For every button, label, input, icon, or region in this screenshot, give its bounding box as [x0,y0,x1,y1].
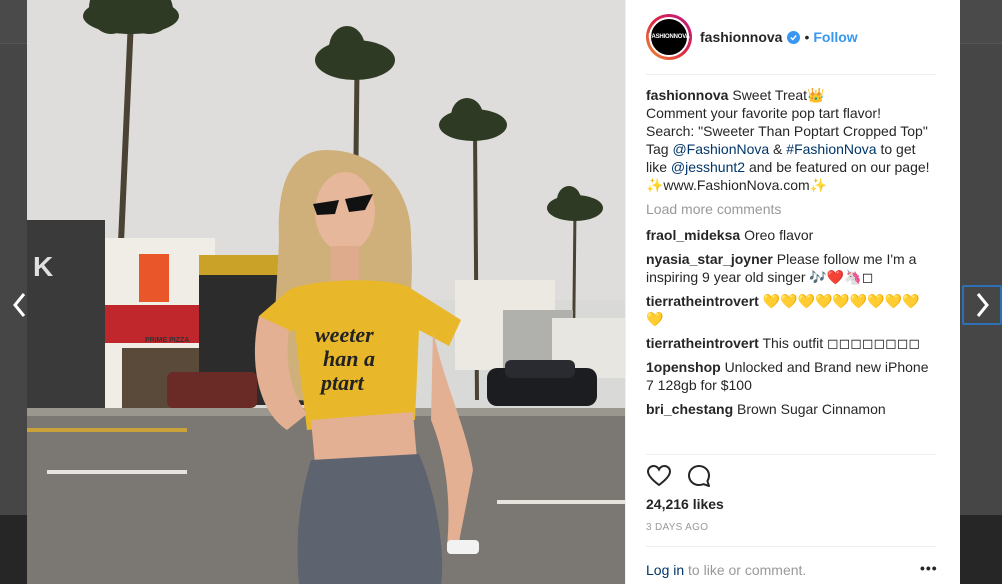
post-photo[interactable]: K PRIME PIZZA weeter han a ptart [27,0,625,584]
comment-text: Brown Sugar Cinnamon [737,401,886,417]
comment-item: tierratheintrovert 💛💛💛💛💛💛💛💛💛💛 [646,292,936,328]
follow-button[interactable]: Follow [813,29,857,45]
comment-username[interactable]: tierratheintrovert [646,293,759,309]
comment-text: This outfit ◻◻◻◻◻◻◻◻ [762,335,921,351]
caption-text-4d: and be featured on our page! [745,159,930,175]
login-prompt: Log in to like or comment. [646,562,806,578]
header-divider [646,74,936,75]
caption-username[interactable]: fashionnova [646,87,728,103]
caption-text-4b: & [769,141,787,157]
login-link[interactable]: Log in [646,562,684,578]
footer-divider [646,546,936,547]
svg-text:han a: han a [323,346,375,371]
caption-text-5: ✨www.FashionNova.com✨ [646,177,828,193]
post-modal: K PRIME PIZZA weeter han a ptart FASHION… [27,0,960,584]
background-right-column [960,44,1002,515]
street-photo-illustration: K PRIME PIZZA weeter han a ptart [27,0,625,584]
caption-text-2: Comment your favorite pop tart flavor! [646,105,881,121]
more-options-button[interactable]: ••• [920,560,938,576]
svg-text:PRIME PIZZA: PRIME PIZZA [145,337,189,344]
post-side-panel: FASHIONNOVA fashionnova • Follow fashion… [625,0,960,584]
post-caption: fashionnova Sweet Treat👑 Comment your fa… [646,86,936,194]
actions-divider [646,454,936,455]
avatar-text: FASHIONNOVA [648,34,690,40]
comment-username[interactable]: nyasia_star_joyner [646,251,773,267]
avatar-ring[interactable]: FASHIONNOVA [646,14,692,60]
chevron-right-icon [976,293,989,317]
comment-text: Oreo flavor [744,227,814,243]
mention-link[interactable]: @jesshunt2 [671,159,745,175]
hashtag-link[interactable]: #FashionNova [786,141,876,157]
mention-link[interactable]: @FashionNova [672,141,769,157]
comment-username[interactable]: tierratheintrovert [646,335,759,351]
header-separator: • [804,29,810,45]
svg-text:ptart: ptart [319,370,365,395]
comment-item: fraol_mideksa Oreo flavor [646,226,936,244]
caption-text-3: Search: "Sweeter Than Poptart Cropped To… [646,123,928,139]
verified-badge-icon [787,30,801,44]
next-post-button[interactable] [962,285,1002,325]
header-username[interactable]: fashionnova [700,29,782,45]
comment-username[interactable]: fraol_mideksa [646,227,740,243]
post-timestamp[interactable]: 3 DAYS AGO [646,522,708,533]
avatar[interactable]: FASHIONNOVA [648,17,690,57]
post-header: FASHIONNOVA fashionnova • Follow [626,0,961,74]
background-left-column [0,44,27,515]
comment-icon[interactable] [686,463,712,489]
comment-username[interactable]: bri_chestang [646,401,733,417]
comment-username[interactable]: 1openshop [646,359,721,375]
login-prompt-text: to like or comment. [684,562,807,578]
comment-item: tierratheintrovert This outfit ◻◻◻◻◻◻◻◻ [646,334,936,352]
comment-item: 1openshop Unlocked and Brand new iPhone … [646,358,936,394]
post-actions [646,461,726,491]
caption-text-1: Sweet Treat👑 [732,87,825,103]
heart-icon[interactable] [646,463,672,489]
caption-text-4a: Tag [646,141,673,157]
load-more-comments-button[interactable]: Load more comments [646,200,936,218]
comment-item: bri_chestang Brown Sugar Cinnamon [646,400,936,418]
comments-list[interactable]: fashionnova Sweet Treat👑 Comment your fa… [646,86,936,454]
likes-count[interactable]: 24,216 likes [646,496,724,512]
comment-item: nyasia_star_joyner Please follow me I'm … [646,250,936,286]
svg-text:K: K [33,251,53,282]
svg-text:weeter: weeter [315,322,374,347]
